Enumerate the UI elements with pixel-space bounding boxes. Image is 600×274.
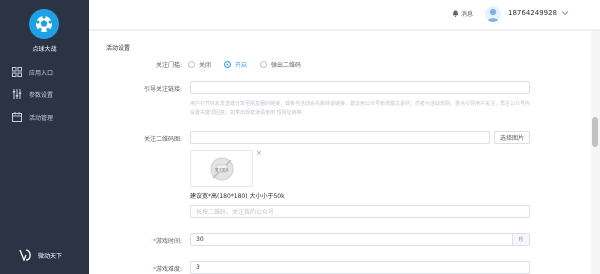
radio-label: 关闭 bbox=[199, 62, 212, 69]
sidebar-item-label: 活动管理 bbox=[29, 114, 54, 122]
sidebar: 点球大战 应用入口 参数设置 活动管理 微动天下 bbox=[0, 0, 89, 274]
follow-gate-qrcode-radio[interactable]: 弹出二维码 bbox=[260, 60, 301, 69]
game-time-unit: 秒 bbox=[513, 233, 530, 246]
no-image-text: 暂无图片 bbox=[215, 167, 229, 172]
soccer-ball-icon bbox=[36, 15, 52, 32]
messages-label: 消息 bbox=[461, 11, 474, 18]
user-phone[interactable]: 18764249928 bbox=[508, 9, 557, 17]
sidebar-item-params[interactable]: 参数设置 bbox=[11, 86, 86, 102]
grid-icon bbox=[11, 67, 22, 78]
qrcode-desc-input[interactable]: 长按二维码，关注我的公众号 bbox=[190, 205, 530, 218]
follow-gate-on-radio[interactable]: 开启 bbox=[224, 60, 247, 69]
bell-icon bbox=[452, 10, 459, 17]
user-avatar-icon bbox=[487, 8, 499, 22]
app-logo[interactable] bbox=[29, 9, 59, 39]
follow-gate-label: 关注门槛: bbox=[155, 62, 182, 69]
qrcode-label: 关注二维码图: bbox=[143, 136, 182, 143]
brand-footer: 微动天下 bbox=[19, 248, 62, 262]
sliders-icon bbox=[11, 89, 22, 100]
sidebar-item-app-entry[interactable]: 应用入口 bbox=[11, 64, 86, 80]
qrcode-image-preview: 暂无图片 bbox=[190, 150, 253, 187]
app-name: 点球大战 bbox=[32, 46, 57, 53]
close-icon[interactable]: × bbox=[256, 149, 262, 157]
qrcode-url-input[interactable] bbox=[190, 131, 490, 144]
chevron-down-icon[interactable] bbox=[561, 9, 569, 17]
sidebar-item-activity[interactable]: 活动管理 bbox=[11, 109, 86, 125]
sidebar-item-label: 参数设置 bbox=[29, 91, 54, 99]
section-title: 活动设置 bbox=[106, 45, 131, 52]
sidebar-item-label: 应用入口 bbox=[29, 69, 54, 77]
game-difficulty-input[interactable]: 3 bbox=[190, 261, 530, 274]
guide-link-label: 引导关注链接: bbox=[143, 86, 182, 93]
follow-gate-off-radio[interactable]: 关闭 bbox=[188, 60, 211, 69]
brand-name: 微动天下 bbox=[38, 252, 63, 260]
game-difficulty-label: *游戏难度: bbox=[152, 266, 182, 273]
game-time-input[interactable]: 30 bbox=[190, 233, 513, 246]
game-time-label: *游戏时间: bbox=[152, 238, 182, 245]
radio-label: 开启 bbox=[235, 62, 248, 69]
choose-image-button[interactable]: 选择图片 bbox=[494, 131, 530, 144]
scrollbar[interactable] bbox=[591, 31, 600, 274]
radio-label: 弹出二维码 bbox=[271, 62, 302, 69]
calendar-icon bbox=[11, 112, 22, 123]
avatar[interactable] bbox=[485, 6, 501, 22]
brand-logo-icon bbox=[19, 249, 31, 262]
no-image-icon: 暂无图片 bbox=[210, 157, 233, 180]
qrcode-size-note: 建议宽*高(180*180) 大小小于50k bbox=[190, 193, 285, 200]
scrollbar-thumb[interactable] bbox=[592, 117, 598, 147]
messages-button[interactable]: 消息 bbox=[452, 9, 473, 18]
guide-link-input[interactable] bbox=[190, 81, 530, 94]
guide-link-help: 用户打开好友发送或分享至朋友圈的链接，或参与活动会先跳转该链接，建议用公众号新增… bbox=[190, 101, 531, 116]
